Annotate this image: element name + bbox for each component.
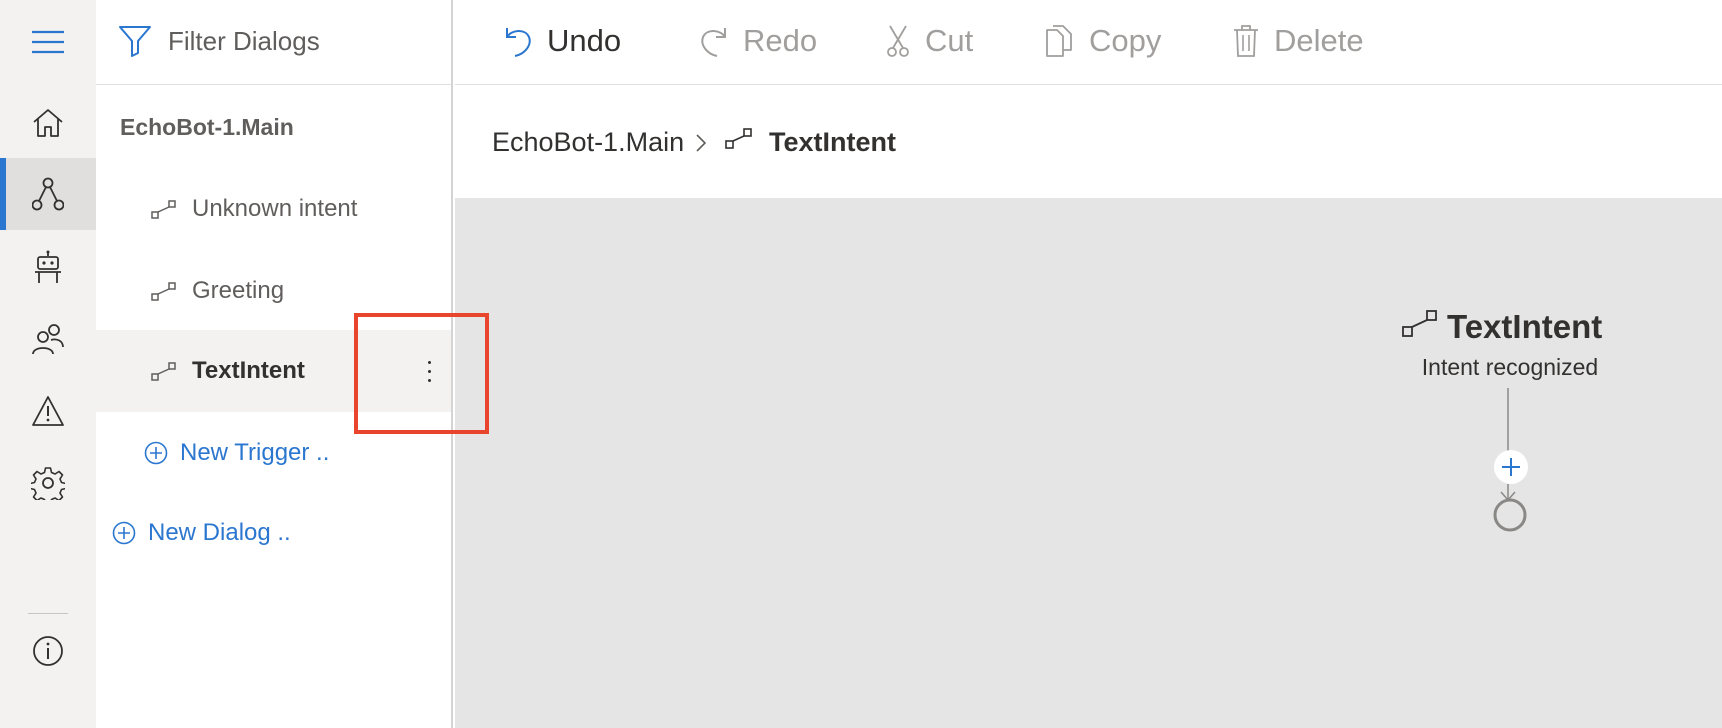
cut-icon	[887, 25, 909, 57]
redo-button[interactable]: Redo	[699, 20, 817, 62]
menu-button[interactable]	[0, 0, 96, 84]
filter-placeholder: Filter Dialogs	[168, 26, 320, 56]
new-trigger-button[interactable]: New Trigger ..	[144, 438, 329, 468]
new-dialog-button[interactable]: New Dialog ..	[112, 518, 291, 548]
breadcrumb-current: TextIntent	[769, 127, 896, 157]
trigger-label: TextIntent	[192, 357, 305, 384]
new-dialog-label: New Dialog ..	[148, 519, 291, 546]
dialogs-icon	[32, 177, 64, 211]
trigger-item-unknown-intent[interactable]: Unknown intent	[96, 168, 451, 250]
plus-icon	[1502, 458, 1520, 476]
cut-button[interactable]: Cut	[885, 20, 973, 62]
undo-icon	[506, 28, 531, 57]
toolbar: Undo Redo Cut Copy Delete	[455, 0, 1722, 85]
menu-icon	[32, 30, 64, 54]
nav-rail	[0, 0, 96, 728]
filter-dialogs-box[interactable]: Filter Dialogs	[96, 0, 451, 85]
delete-label: Delete	[1274, 23, 1364, 58]
trigger-icon	[1402, 310, 1437, 337]
copy-label: Copy	[1089, 23, 1162, 58]
undo-button[interactable]: Undo	[503, 20, 621, 62]
add-action-button[interactable]	[1494, 450, 1528, 484]
trigger-label: Greeting	[192, 277, 285, 304]
add-circle-icon	[144, 441, 168, 465]
design-button[interactable]	[0, 158, 96, 230]
redo-label: Redo	[743, 23, 818, 58]
home-button[interactable]	[0, 88, 96, 158]
settings-button[interactable]	[0, 448, 96, 518]
end-node-icon	[1493, 498, 1527, 532]
info-icon	[33, 636, 63, 666]
user-input-button[interactable]	[0, 304, 96, 374]
delete-icon	[1234, 25, 1258, 57]
warning-icon	[32, 396, 64, 426]
filter-icon	[119, 26, 151, 57]
trigger-icon	[151, 362, 176, 381]
trigger-icon	[151, 282, 176, 301]
highlight-box	[354, 313, 489, 434]
rail-divider	[28, 613, 68, 614]
users-icon	[32, 324, 64, 355]
about-button[interactable]	[0, 616, 96, 686]
trigger-icon	[151, 200, 176, 219]
notifications-button[interactable]	[0, 376, 96, 446]
dialog-item-main[interactable]: EchoBot-1.Main	[120, 112, 294, 142]
gear-icon	[31, 467, 65, 500]
add-circle-icon	[112, 521, 136, 545]
trigger-node-title[interactable]: TextIntent	[1447, 306, 1602, 348]
trigger-icon	[725, 128, 752, 149]
flow-connector	[1493, 388, 1527, 532]
cut-label: Cut	[925, 23, 974, 58]
breadcrumb: EchoBot-1.Main TextIntent	[455, 85, 1722, 198]
undo-label: Undo	[547, 23, 622, 58]
trigger-node-subtitle: Intent recognized	[1421, 354, 1599, 380]
copy-icon	[1046, 25, 1072, 57]
new-trigger-label: New Trigger ..	[180, 439, 330, 466]
trigger-label: Unknown intent	[192, 195, 358, 222]
breadcrumb-root[interactable]: EchoBot-1.Main	[492, 125, 684, 159]
bot-responses-button[interactable]	[0, 232, 96, 302]
bot-icon	[35, 250, 61, 283]
copy-button[interactable]: Copy	[1045, 20, 1161, 62]
redo-icon	[701, 28, 726, 57]
chevron-right-icon	[696, 134, 707, 152]
delete-button[interactable]: Delete	[1232, 20, 1364, 62]
home-icon	[33, 109, 63, 137]
visual-editor-canvas: TextIntent Intent recognized	[455, 198, 1722, 728]
